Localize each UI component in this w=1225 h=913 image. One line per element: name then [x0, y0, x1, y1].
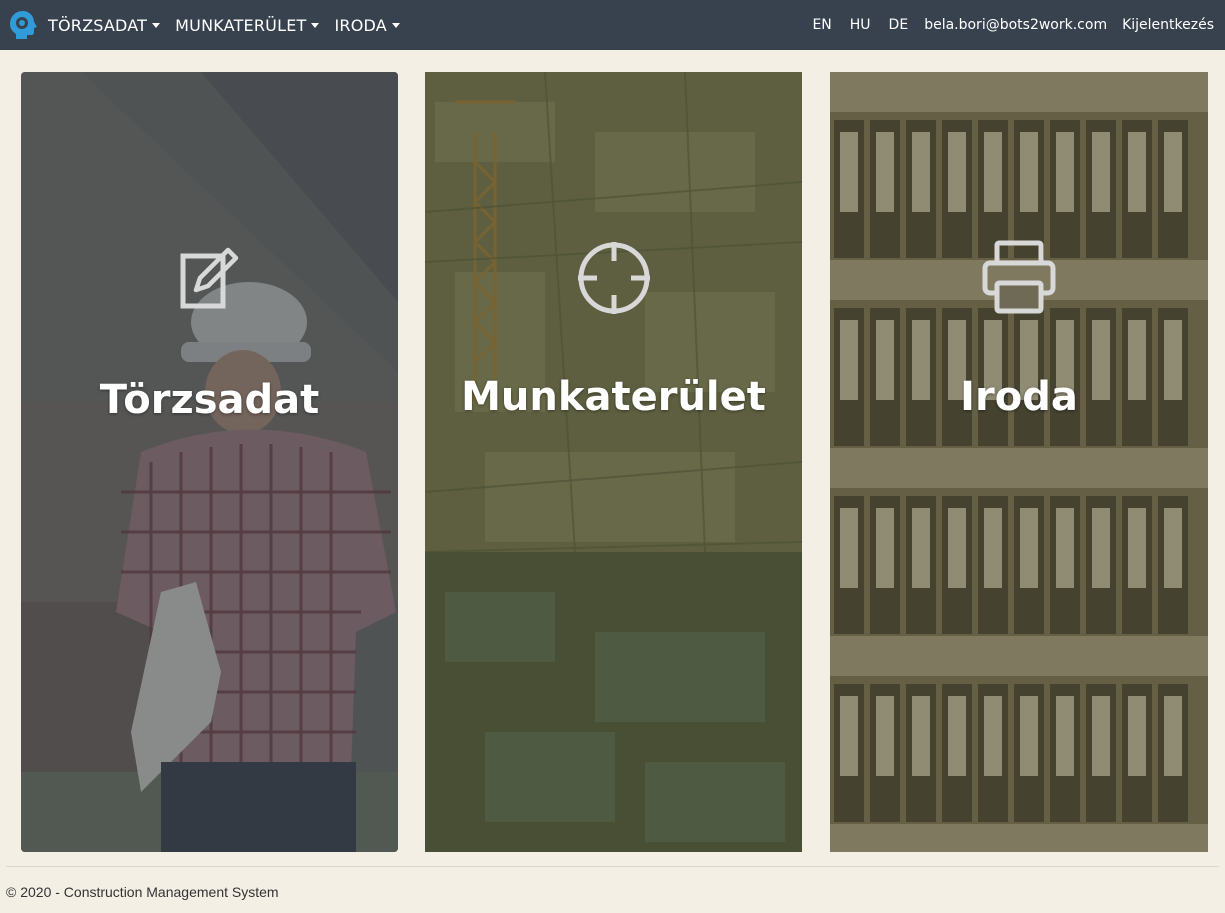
- tile-munkaterulet[interactable]: Munkaterület: [425, 72, 802, 852]
- lang-hu-link[interactable]: HU: [850, 17, 871, 33]
- brand-logo[interactable]: [6, 8, 40, 42]
- tile-torzsadat[interactable]: Törzsadat: [21, 72, 398, 852]
- top-navbar: TÖRZSADAT MUNKATERÜLET IRODA EN HU DE be…: [0, 0, 1225, 50]
- footer-copyright: © 2020 - Construction Management System: [6, 884, 279, 900]
- tile-background-image: [425, 72, 802, 852]
- menu-iroda-label: IRODA: [334, 15, 387, 35]
- lang-en-link[interactable]: EN: [812, 17, 831, 33]
- edit-icon: [180, 247, 238, 309]
- tile-iroda-title: Iroda: [960, 374, 1078, 420]
- chevron-down-icon: [391, 22, 400, 28]
- main-menu: TÖRZSADAT MUNKATERÜLET IRODA: [48, 16, 415, 35]
- tile-iroda[interactable]: Iroda: [830, 72, 1208, 852]
- menu-torzsadat[interactable]: TÖRZSADAT: [48, 15, 161, 35]
- logout-link[interactable]: Kijelentkezés: [1122, 17, 1214, 33]
- tile-background-image: [21, 72, 398, 852]
- lang-de-link[interactable]: DE: [889, 17, 909, 33]
- footer-divider: [6, 866, 1219, 867]
- chevron-down-icon: [152, 22, 161, 28]
- user-email-link[interactable]: bela.bori@bots2work.com: [924, 17, 1107, 33]
- crosshair-icon: [577, 242, 650, 314]
- menu-iroda[interactable]: IRODA: [334, 15, 400, 35]
- tile-munkaterulet-title: Munkaterület: [461, 374, 766, 420]
- menu-torzsadat-label: TÖRZSADAT: [48, 15, 148, 35]
- tile-background-image: [830, 72, 1208, 852]
- head-logo-icon: [10, 11, 37, 39]
- menu-munkaterulet-label: MUNKATERÜLET: [175, 15, 307, 35]
- printer-icon: [982, 240, 1056, 314]
- tile-torzsadat-title: Törzsadat: [99, 377, 320, 423]
- navbar-right: EN HU DE bela.bori@bots2work.com Kijelen…: [812, 17, 1219, 33]
- chevron-down-icon: [311, 22, 320, 28]
- menu-munkaterulet[interactable]: MUNKATERÜLET: [175, 15, 320, 35]
